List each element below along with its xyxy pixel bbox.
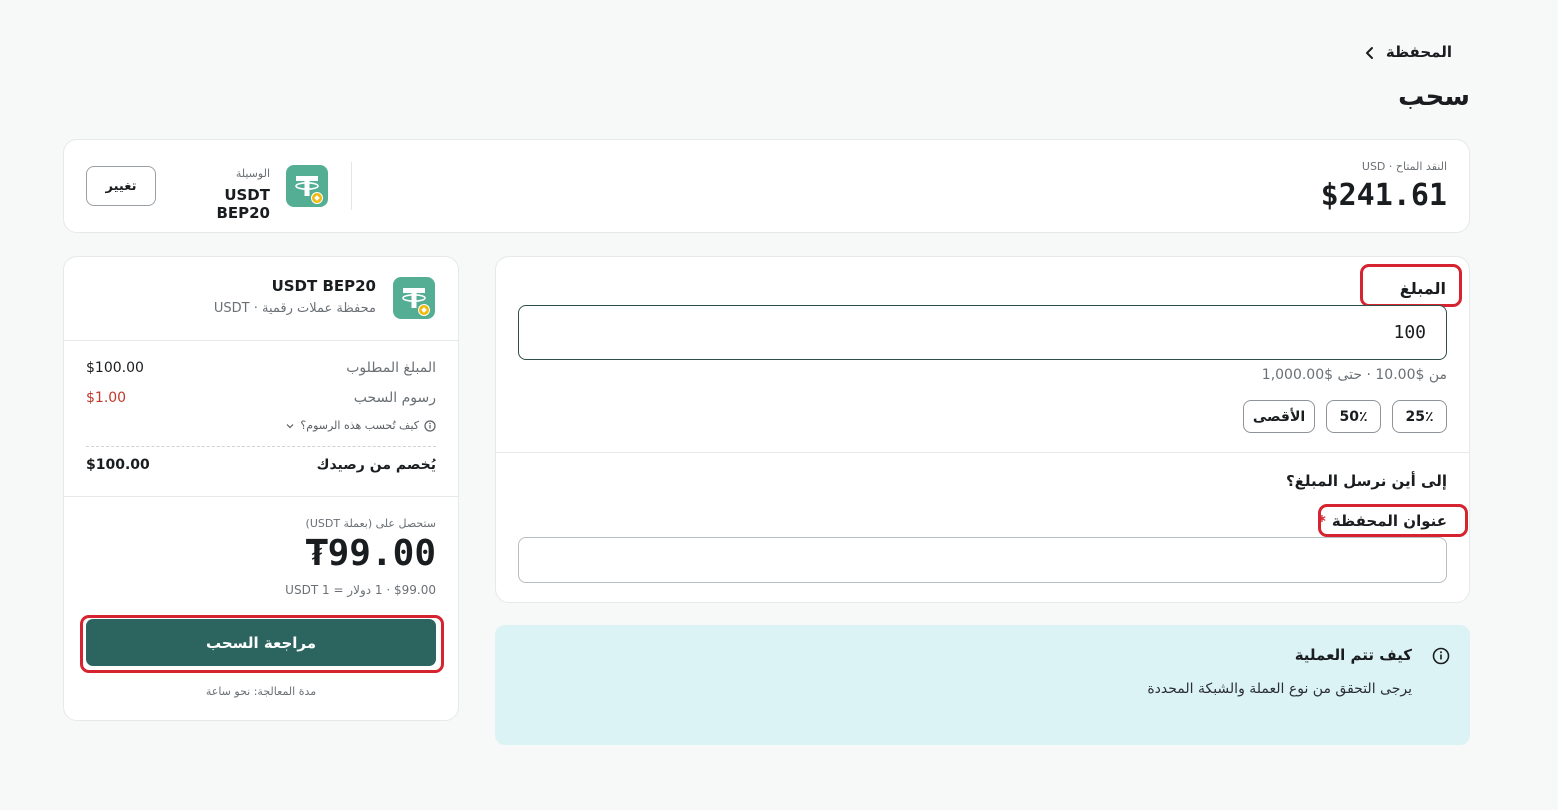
info-icon — [1432, 647, 1450, 665]
chevron-down-icon — [285, 421, 295, 431]
fee-label: رسوم السحب — [353, 390, 436, 406]
summary-coin-sub: محفظة عملات رقمية · USDT — [213, 301, 376, 316]
exchange-rate: $99.00 · 1 دولار = 1 USDT — [285, 583, 436, 597]
form-divider — [496, 452, 1469, 453]
dashed-divider — [86, 446, 436, 447]
tether-icon — [393, 277, 435, 319]
info-title: كيف تتم العملية — [1294, 646, 1412, 664]
amount-label-highlight — [1360, 264, 1462, 307]
tether-icon — [286, 165, 328, 207]
amount-input[interactable] — [518, 305, 1447, 360]
summary-divider — [64, 340, 458, 341]
deduct-label: يُخصم من رصيدك — [316, 457, 436, 473]
summary-divider-2 — [64, 496, 458, 497]
summary-coin-name: USDT BEP20 — [271, 277, 376, 295]
amount-range-hint: من $10.00 · حتى $1,000.00 — [1261, 367, 1447, 383]
receive-label: ستحصل على (بعملة USDT) — [305, 517, 436, 530]
requested-amount-label: المبلغ المطلوب — [346, 360, 436, 376]
balance-amount: $241.61 — [1320, 178, 1447, 213]
page-title: سحب — [1398, 82, 1470, 112]
review-button-highlight — [80, 615, 444, 673]
processing-time: مدة المعالجة: نحو ساعة — [205, 685, 317, 698]
method-label: الوسيلة — [235, 167, 270, 180]
balance-card: النقد المتاح · USD $241.61 الوسيلة USDT … — [63, 139, 1470, 233]
breadcrumb[interactable]: المحفظة — [1364, 41, 1452, 63]
info-icon — [424, 419, 436, 432]
balance-label: النقد المتاح · USD — [1361, 160, 1447, 173]
vertical-divider — [351, 162, 352, 210]
receive-amount: ₮99.00 — [305, 533, 436, 574]
method-name: USDT BEP20 — [216, 186, 270, 222]
wallet-label-highlight — [1318, 504, 1468, 537]
quick-max-button[interactable]: الأقصى — [1243, 400, 1315, 433]
chevron-left-icon — [1364, 45, 1376, 59]
change-method-button[interactable]: تغيير — [86, 166, 156, 206]
breadcrumb-label: المحفظة — [1385, 43, 1452, 61]
info-text: يرجى التحقق من نوع العملة والشبكة المحدد… — [1147, 681, 1412, 697]
quick-25-button[interactable]: 25٪ — [1392, 400, 1447, 433]
fee-value: $1.00 — [86, 390, 127, 406]
deduct-value: $100.00 — [86, 457, 150, 473]
wallet-address-input[interactable] — [518, 537, 1447, 583]
fee-help-text: كيف تُحسب هذه الرسوم؟ — [300, 419, 419, 432]
fee-help-link[interactable]: كيف تُحسب هذه الرسوم؟ — [285, 419, 436, 432]
quick-50-button[interactable]: 50٪ — [1326, 400, 1381, 433]
info-box: كيف تتم العملية يرجى التحقق من نوع العمل… — [495, 625, 1470, 745]
destination-question: إلى أين نرسل المبلغ؟ — [1285, 472, 1447, 490]
requested-amount-value: $100.00 — [86, 360, 144, 376]
